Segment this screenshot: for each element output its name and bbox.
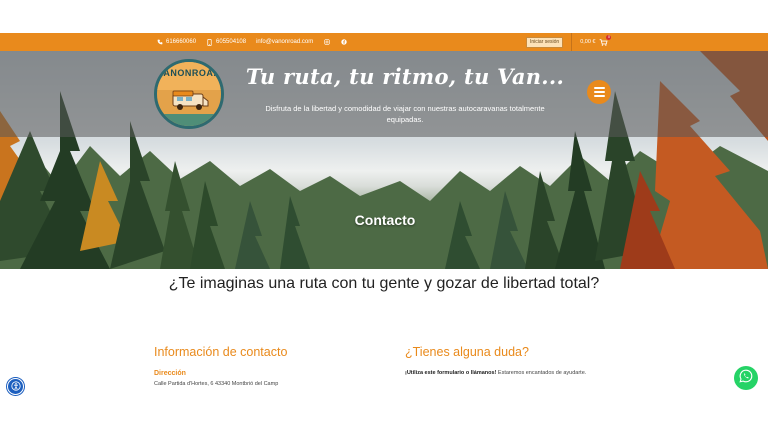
mobile-text: 605504108 [216, 39, 247, 45]
email-text: info@vanonroad.com [256, 39, 314, 45]
phone-icon [156, 39, 163, 46]
accessibility-button[interactable] [7, 378, 24, 395]
login-button[interactable]: Iniciar sesión [526, 36, 564, 48]
cart-total: 0,00 € [580, 39, 596, 45]
instagram-link[interactable] [323, 39, 330, 46]
menu-icon-bar [593, 95, 605, 97]
address-label: Dirección [154, 370, 186, 377]
section-headline: ¿Te imaginas una ruta con tu gente y goz… [168, 275, 600, 292]
contact-info-title: Información de contacto [154, 345, 288, 359]
hero-subtitle: Disfruta de la libertad y comodidad de v… [265, 104, 545, 124]
phone-text: 616660060 [166, 39, 197, 45]
contact-info-section: Información de contacto Dirección Calle … [154, 345, 374, 387]
address-text: Calle Partida d'Hortes, 6 43340 Montbrió… [154, 381, 279, 387]
hero-tagline: Tu ruta, tu ritmo, tu Van... [245, 64, 565, 89]
cart-count-badge: 0 [606, 34, 612, 40]
van-icon [172, 90, 209, 110]
account-strip: Iniciar sesión 0,00 € 0 [526, 33, 612, 51]
questions-title: ¿Tienes alguna duda? [405, 345, 529, 359]
menu-button[interactable] [587, 80, 611, 104]
whatsapp-button[interactable] [734, 366, 758, 390]
divider [571, 33, 573, 51]
logo-text: VANONROAD [157, 68, 221, 78]
page-title: Contacto [354, 212, 416, 228]
cart-icon: 0 [599, 34, 612, 46]
facebook-link[interactable] [340, 39, 347, 46]
whatsapp-icon [739, 369, 753, 388]
instagram-icon [323, 39, 330, 46]
questions-section: ¿Tienes alguna duda? ¡Utiliza este formu… [405, 345, 625, 378]
mobile-link[interactable]: 605504108 [206, 38, 247, 46]
form-note-bold: ¡Utiliza este formulario o llámanos! [405, 370, 497, 376]
cart-link[interactable]: 0,00 € 0 [580, 34, 612, 46]
menu-icon [593, 87, 605, 89]
site-logo[interactable]: VANONROAD [154, 59, 224, 129]
page: 616660060 605504108 info@vanonroad.com I… [0, 0, 768, 432]
form-note: ¡Utiliza este formulario o llámanos! Est… [405, 369, 595, 378]
facebook-icon [340, 39, 347, 46]
email-link[interactable]: info@vanonroad.com [256, 39, 313, 45]
menu-icon-bar [593, 91, 605, 93]
accessibility-icon [10, 378, 21, 396]
contact-strip: 616660060 605504108 info@vanonroad.com [156, 33, 347, 51]
phone-link[interactable]: 616660060 [156, 39, 196, 46]
top-bar: 616660060 605504108 info@vanonroad.com I… [0, 33, 768, 51]
mobile-icon [206, 38, 213, 46]
form-note-rest: Estaremos encantados de ayudarte. [496, 370, 587, 376]
